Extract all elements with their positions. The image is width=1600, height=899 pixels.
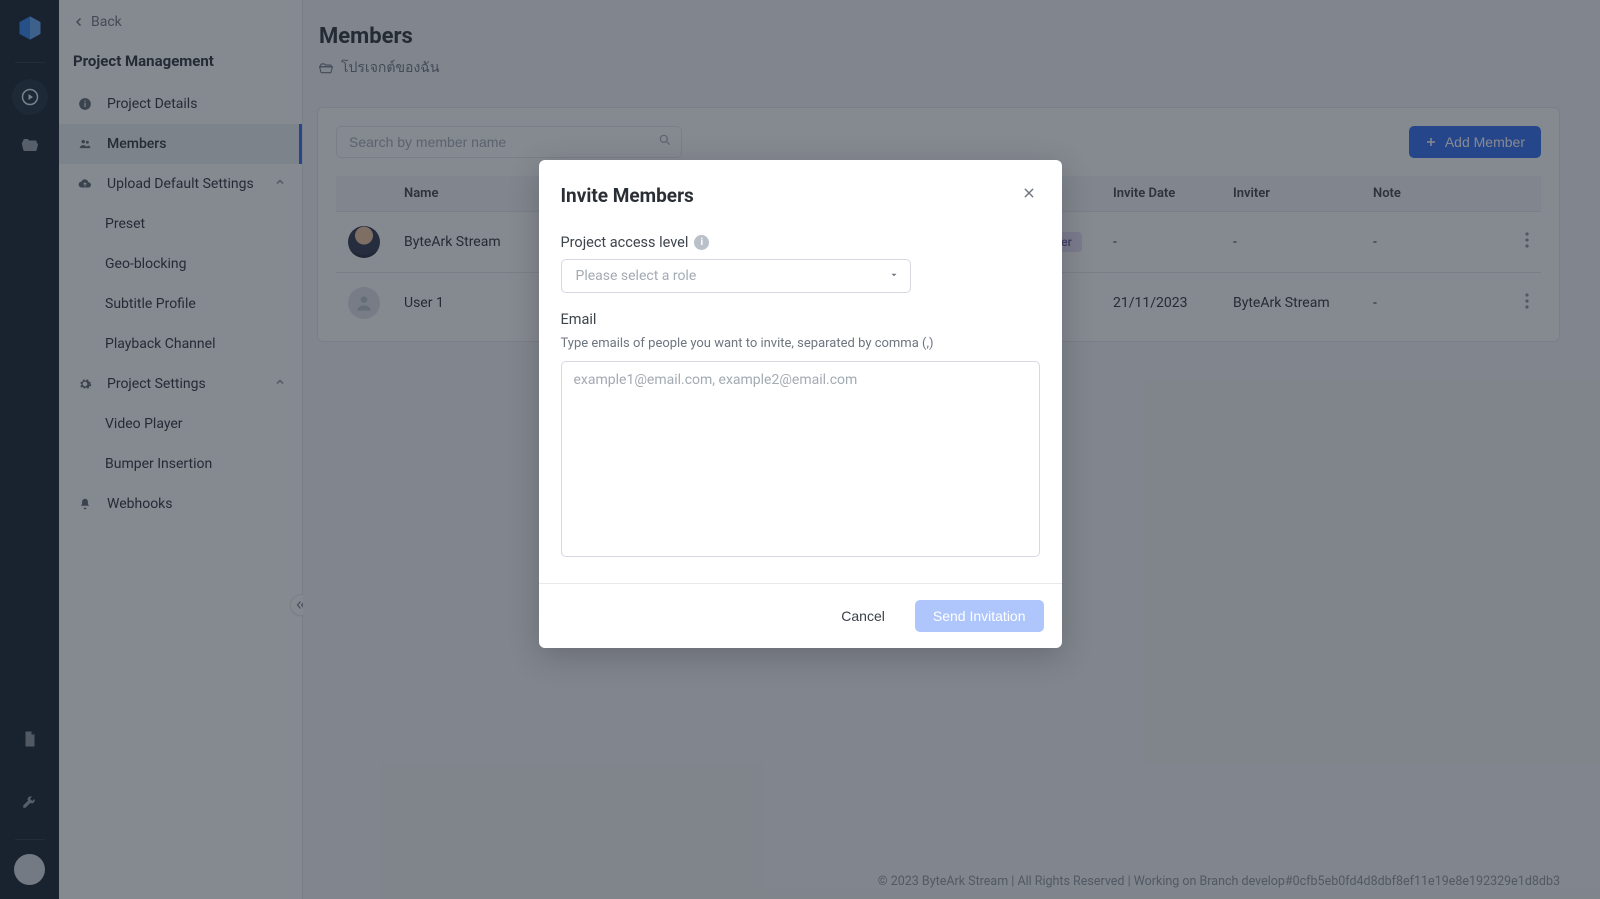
role-select[interactable]: Please select a role <box>561 259 911 293</box>
modal-close-button[interactable] <box>1018 182 1040 208</box>
modal-header: Invite Members <box>539 160 1062 216</box>
modal-title: Invite Members <box>561 184 694 207</box>
email-textarea[interactable] <box>561 361 1040 557</box>
info-icon[interactable]: i <box>694 235 709 250</box>
modal-body: Project access level i Please select a r… <box>539 216 1062 583</box>
cancel-button[interactable]: Cancel <box>823 600 903 632</box>
caret-down-icon <box>889 268 899 284</box>
close-icon <box>1022 186 1036 200</box>
invite-members-modal: Invite Members Project access level i Pl… <box>539 160 1062 648</box>
modal-footer: Cancel Send Invitation <box>539 583 1062 648</box>
access-level-label-text: Project access level <box>561 234 689 251</box>
send-invitation-button[interactable]: Send Invitation <box>915 600 1044 632</box>
email-label: Email <box>561 311 1040 328</box>
email-hint: Type emails of people you want to invite… <box>561 336 1040 351</box>
access-level-label: Project access level i <box>561 234 1040 251</box>
role-select-display: Please select a role <box>561 259 911 293</box>
modal-overlay[interactable]: Invite Members Project access level i Pl… <box>0 0 1600 899</box>
